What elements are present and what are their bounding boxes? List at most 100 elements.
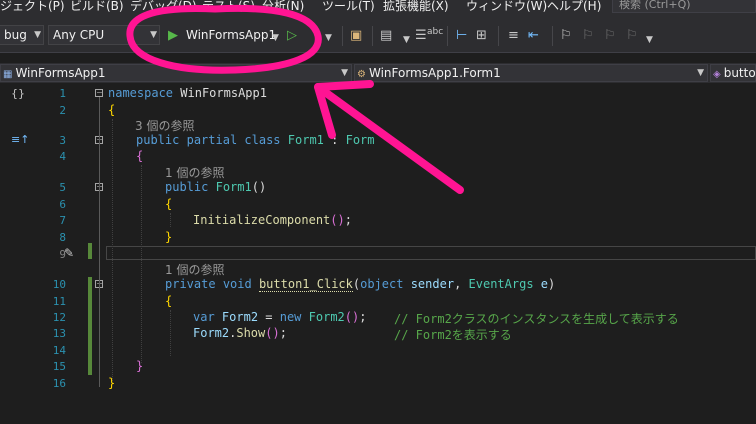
- spellcheck-icon[interactable]: abc: [427, 24, 443, 40]
- method-icon: ◈: [713, 69, 721, 80]
- code-editor[interactable]: {} ≡↑ ✎ 1 2 3 4 5 6 7 8 9 10 11 12 13 14…: [0, 83, 756, 424]
- code-line-8: }: [165, 230, 173, 244]
- project-dropdown[interactable]: ▦ WinFormsApp1 ▼: [0, 64, 352, 82]
- play-icon[interactable]: ▶: [168, 28, 178, 44]
- glyph-margin: {} ≡↑: [0, 83, 30, 424]
- window-icon[interactable]: ▤: [380, 28, 392, 44]
- codelens-references[interactable]: 3 個の参照: [135, 117, 194, 134]
- menu-project[interactable]: ジェクト(P): [0, 0, 65, 14]
- codelens-references[interactable]: 1 個の参照: [165, 164, 224, 181]
- menu-bar: ジェクト(P) ビルド(B) デバッグ(D) テスト(S) 分析(N) ツール(…: [0, 0, 756, 20]
- line-number: 3: [59, 134, 66, 147]
- outdent-icon[interactable]: ⇤: [528, 28, 539, 44]
- platform-combo[interactable]: Any CPU ▼: [48, 25, 160, 45]
- project-label: WinFormsApp1: [15, 66, 106, 80]
- menu-debug[interactable]: デバッグ(D): [130, 0, 197, 14]
- keyword: void: [222, 277, 252, 291]
- layout-icon[interactable]: ⊞: [476, 28, 487, 44]
- search-box[interactable]: 検索 (Ctrl+Q): [612, 0, 756, 13]
- method-call: InitializeComponent: [193, 213, 331, 227]
- chevron-down-icon: ▼: [341, 68, 348, 78]
- config-label: bug: [4, 28, 27, 42]
- folder-icon[interactable]: ▣: [350, 28, 362, 44]
- line-number: 11: [52, 295, 66, 308]
- member-label: butto: [723, 66, 756, 80]
- code-comment: // Form2クラスのインスタンスを生成して表示する: [394, 312, 679, 326]
- code-line-10: private void button1_Click(object sender…: [165, 277, 556, 292]
- class-marker-icon: ≡↑: [11, 133, 30, 146]
- class-label: WinFormsApp1.Form1: [368, 66, 501, 80]
- run-without-debug-icon[interactable]: ▷: [287, 28, 297, 44]
- project-icon: ▦: [3, 69, 13, 80]
- keyword: object: [360, 277, 404, 291]
- parameter: sender: [410, 277, 455, 291]
- class-dropdown[interactable]: ⚙ WinFormsApp1.Form1 ▼: [354, 64, 708, 82]
- line-number: 7: [59, 214, 66, 227]
- line-number: 10: [52, 278, 66, 291]
- line-number: 6: [59, 198, 66, 211]
- indent-guide: [170, 310, 171, 356]
- toolbar-separator: [342, 26, 343, 46]
- bookmark-clear-icon[interactable]: ⚐: [626, 28, 638, 44]
- keyword: private: [165, 277, 216, 291]
- type-name: Form2: [308, 310, 345, 324]
- menu-tools[interactable]: ツール(T): [322, 0, 375, 14]
- bookmark-next-icon[interactable]: ⚐: [604, 28, 616, 44]
- code-line-7: InitializeComponent();: [193, 213, 352, 227]
- keyword: public: [136, 133, 180, 147]
- indent-icon[interactable]: ≡: [508, 28, 519, 44]
- code-line-1: namespace WinFormsApp1: [108, 86, 267, 100]
- toolbar-separator: [447, 26, 448, 46]
- namespace-name: WinFormsApp1: [180, 86, 267, 100]
- code-comment: // Form2を表示する: [394, 328, 512, 342]
- parameter: e: [540, 277, 549, 291]
- keyword: var: [193, 310, 215, 324]
- chevron-down-icon[interactable]: ▼: [403, 32, 410, 48]
- line-number: 4: [59, 150, 66, 163]
- indent-guide: [170, 213, 171, 227]
- bookmark-icon[interactable]: ⚐: [560, 28, 572, 44]
- toolbar-overflow-icon[interactable]: ▼: [646, 32, 653, 48]
- base-type: Form: [345, 133, 375, 147]
- keyword: public: [165, 180, 209, 194]
- code-line-3: public partial class Form1 : Form: [136, 133, 375, 147]
- keyword: new: [279, 310, 302, 324]
- config-combo[interactable]: bug ▼: [0, 25, 44, 45]
- run-dropdown-icon[interactable]: ▼: [272, 30, 279, 46]
- code-line-16: }: [108, 376, 116, 390]
- chevron-down-icon[interactable]: ▼: [325, 30, 332, 46]
- chevron-down-icon: ▼: [34, 30, 41, 40]
- code-line-13: Form2.Show();: [193, 326, 287, 340]
- menu-help[interactable]: ヘルプ(H): [547, 0, 601, 14]
- toolbar-separator: [372, 26, 373, 46]
- variable: Form2: [221, 310, 259, 324]
- variable: Form2: [193, 326, 230, 340]
- bookmark-prev-icon[interactable]: ⚐: [582, 28, 594, 44]
- indent-guide: [141, 165, 142, 363]
- method-call: Show: [236, 326, 266, 340]
- keyword: namespace: [108, 86, 174, 100]
- menu-extensions[interactable]: 拡張機能(X): [383, 0, 449, 14]
- change-marker: [88, 243, 92, 259]
- class-name: Form1: [287, 133, 324, 147]
- toolbar-separator: [552, 26, 553, 46]
- menu-build[interactable]: ビルド(B): [70, 0, 124, 14]
- menu-analyze[interactable]: 分析(N): [262, 0, 304, 14]
- list-icon[interactable]: ☰: [415, 28, 427, 44]
- menu-test[interactable]: テスト(S): [202, 0, 255, 14]
- chevron-down-icon: ▼: [150, 30, 157, 40]
- line-number: 5: [59, 181, 66, 194]
- keyword: partial: [186, 133, 238, 147]
- menu-window[interactable]: ウィンドウ(W): [466, 0, 547, 14]
- change-marker: [88, 277, 92, 375]
- code-line-11: {: [165, 294, 173, 308]
- codelens-references[interactable]: 1 個の参照: [165, 261, 224, 278]
- line-number: 15: [52, 360, 66, 373]
- navigation-bar: ▦ WinFormsApp1 ▼ ⚙ WinFormsApp1.Form1 ▼ ◈ b…: [0, 63, 756, 83]
- member-dropdown[interactable]: ◈ butto: [710, 64, 756, 82]
- line-number: 1: [59, 87, 66, 100]
- run-target-label[interactable]: WinFormsApp1: [186, 27, 276, 43]
- collapse-icon[interactable]: −: [95, 89, 103, 97]
- align-icon[interactable]: ⊢: [456, 28, 467, 44]
- type-name: EventArgs: [468, 277, 534, 291]
